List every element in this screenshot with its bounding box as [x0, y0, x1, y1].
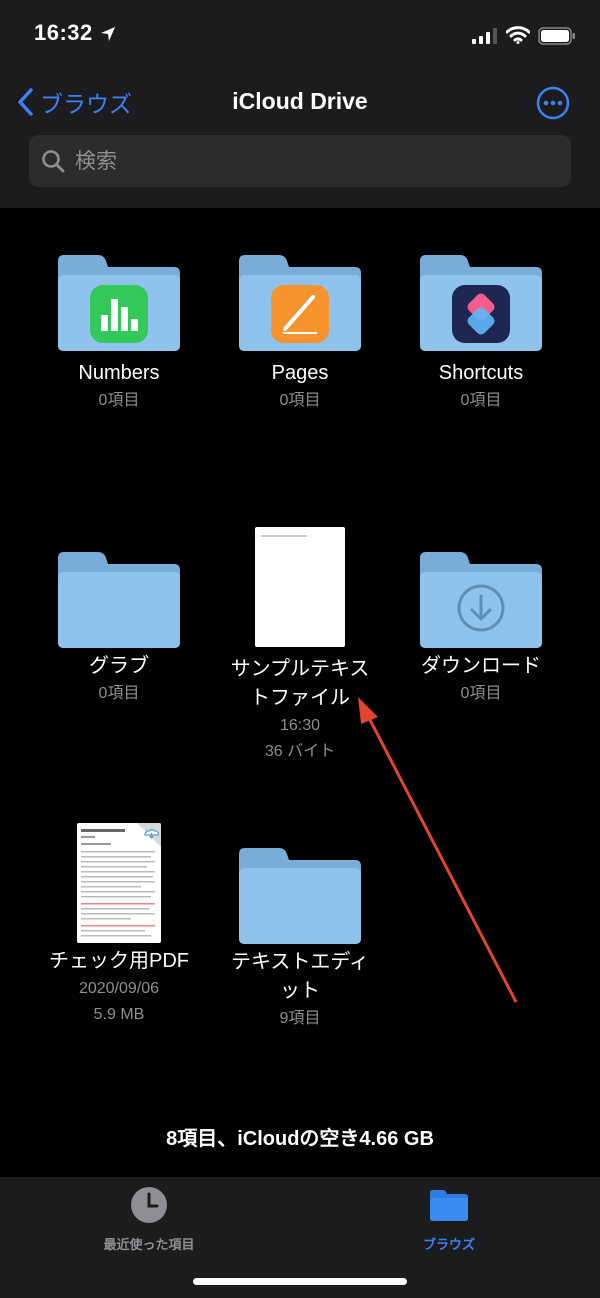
status-time: 16:32: [34, 20, 93, 45]
item-size: 36 バイト: [264, 743, 336, 760]
item-count: 0項目: [279, 392, 321, 409]
item-size: 5.9 MB: [93, 1006, 145, 1023]
item-count: 9項目: [279, 1010, 321, 1027]
more-options-button[interactable]: [536, 86, 570, 120]
navigation-bar: ブラウズ iCloud Drive: [0, 80, 600, 124]
item-count: 0項目: [460, 685, 502, 702]
tab-browse[interactable]: ブラウズ: [369, 1185, 529, 1253]
folder-icon: [239, 848, 361, 944]
folder-downloads[interactable]: ダウンロード 0項目: [391, 552, 571, 707]
icloud-download-icon: [137, 823, 161, 847]
item-count: 0項目: [460, 392, 502, 409]
page-title: iCloud Drive: [232, 88, 368, 114]
file-sample-text[interactable]: サンプルテキス トファイル 16:30 36 バイト: [210, 527, 390, 765]
folder-pages[interactable]: Pages 0項目: [210, 255, 390, 414]
item-name: ダウンロード: [421, 655, 541, 677]
folder-icon: [58, 552, 180, 648]
item-name-line2: トファイル: [250, 687, 350, 709]
folder-graph[interactable]: グラブ 0項目: [29, 552, 209, 707]
tab-label: ブラウズ: [422, 1237, 475, 1252]
search-input[interactable]: [73, 135, 557, 189]
item-count: 0項目: [98, 392, 140, 409]
text-document-thumbnail: [255, 527, 345, 647]
tab-label: 最近使った項目: [103, 1237, 195, 1252]
item-date: 16:30: [279, 717, 321, 734]
item-name: Shortcuts: [438, 362, 524, 384]
header: 16:32 ブラウズ iCloud Drive: [0, 0, 600, 208]
folder-shortcuts[interactable]: Shortcuts 0項目: [391, 255, 571, 414]
location-arrow-icon: [101, 27, 115, 41]
item-count: 0項目: [98, 685, 140, 702]
folder-text-edit[interactable]: テキストエディ ット 9項目: [210, 848, 390, 1032]
download-arrow-icon: [457, 584, 505, 632]
tab-recents[interactable]: 最近使った項目: [69, 1185, 229, 1253]
item-date: 2020/09/06: [78, 980, 160, 997]
pdf-document-thumbnail: [77, 823, 161, 943]
file-check-pdf[interactable]: チェック用PDF 2020/09/06 5.9 MB: [29, 823, 209, 1028]
item-name: Numbers: [78, 362, 160, 384]
item-name: チェック用PDF: [49, 950, 189, 972]
pages-app-icon: [271, 285, 329, 343]
clock-icon: [131, 1187, 167, 1223]
search-icon: [42, 150, 65, 173]
item-name-line2: ット: [280, 980, 320, 1002]
storage-summary: 8項目、iCloudの空き4.66 GB: [166, 1128, 434, 1150]
item-name-line1: サンプルテキス: [230, 658, 370, 680]
item-name: Pages: [271, 362, 329, 384]
cellular-signal-icon: [472, 28, 497, 44]
status-bar: 16:32: [0, 0, 600, 72]
item-name-line1: テキストエディ: [231, 951, 369, 973]
numbers-app-icon: [90, 285, 148, 343]
wifi-icon: [506, 26, 530, 44]
search-bar[interactable]: [29, 135, 571, 189]
folder-tab-icon: [430, 1190, 468, 1221]
folder-numbers[interactable]: Numbers 0項目: [29, 255, 209, 414]
battery-icon: [538, 27, 575, 45]
shortcuts-app-icon: [452, 285, 510, 343]
item-name: グラブ: [89, 655, 149, 677]
home-indicator: [193, 1278, 407, 1285]
